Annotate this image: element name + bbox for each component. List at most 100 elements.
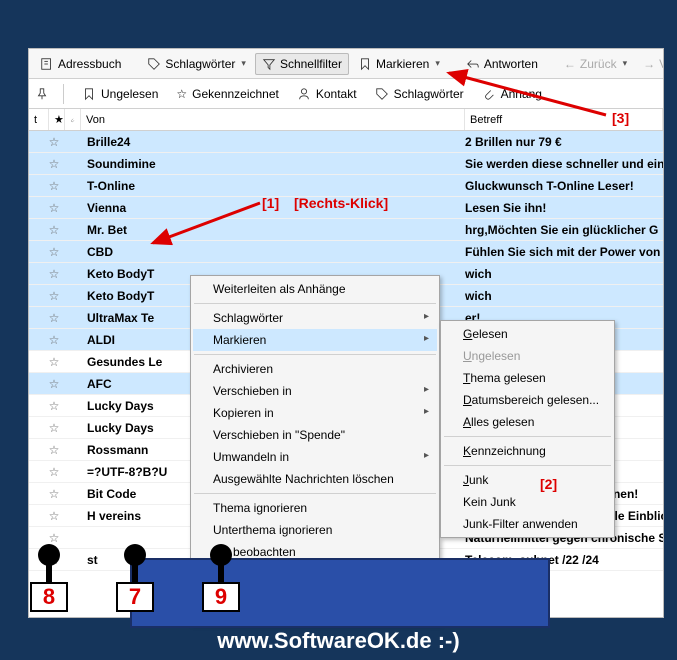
footer-text: www.SoftwareOK.de :-) bbox=[0, 628, 677, 654]
menu-ignore-subthread[interactable]: Unterthema ignorieren bbox=[193, 519, 437, 541]
star-icon[interactable]: ☆ bbox=[29, 157, 65, 171]
col-star[interactable]: ★ bbox=[49, 109, 65, 130]
menu-mark[interactable]: Markieren▸ bbox=[193, 329, 437, 351]
submenu-unread[interactable]: Ungelesen bbox=[443, 345, 612, 367]
submenu-junk[interactable]: Junk bbox=[443, 469, 612, 491]
paperclip-icon bbox=[70, 113, 75, 127]
menu-convert[interactable]: Umwandeln in▸ bbox=[193, 446, 437, 468]
submenu-read[interactable]: Gelesen bbox=[443, 323, 612, 345]
mark-label: Markieren bbox=[376, 57, 429, 71]
main-toolbar: Adressbuch Schlagwörter ▾ Schnellfilter … bbox=[29, 49, 663, 79]
addressbook-button[interactable]: Adressbuch bbox=[33, 53, 128, 75]
addressbook-icon bbox=[40, 57, 54, 71]
chevron-down-icon: ▾ bbox=[623, 58, 628, 69]
back-button[interactable]: ← Zurück ▾ bbox=[557, 53, 634, 75]
menu-archive[interactable]: Archivieren bbox=[193, 358, 437, 380]
mark-button[interactable]: Markieren ▾ bbox=[351, 53, 447, 75]
star-icon[interactable]: ☆ bbox=[29, 267, 65, 281]
chevron-right-icon: ▸ bbox=[424, 406, 429, 417]
filter-flagged-label: Gekennzeichnet bbox=[192, 87, 279, 101]
submenu-thread-read[interactable]: Thema gelesen bbox=[443, 367, 612, 389]
star-icon[interactable]: ☆ bbox=[29, 399, 65, 413]
message-from: Soundimine bbox=[65, 157, 465, 171]
tags-button[interactable]: Schlagwörter ▾ bbox=[140, 53, 253, 75]
separator bbox=[194, 354, 436, 355]
back-label: Zurück bbox=[580, 57, 617, 71]
star-icon[interactable]: ☆ bbox=[29, 245, 65, 259]
star-icon: ☆ bbox=[176, 87, 187, 101]
star-icon[interactable]: ☆ bbox=[29, 421, 65, 435]
separator bbox=[194, 493, 436, 494]
filter-bar: Ungelesen ☆ Gekennzeichnet Kontakt Schla… bbox=[29, 79, 663, 109]
message-from: Brille24 bbox=[65, 135, 465, 149]
star-icon[interactable]: ☆ bbox=[29, 355, 65, 369]
menu-move[interactable]: Verschieben in▸ bbox=[193, 380, 437, 402]
star-icon[interactable]: ☆ bbox=[29, 311, 65, 325]
message-row[interactable]: ☆CBDFühlen Sie sich mit der Power von bbox=[29, 241, 663, 263]
submenu-flag[interactable]: Kennzeichnung bbox=[443, 440, 612, 462]
menu-tags[interactable]: Schlagwörter▸ bbox=[193, 307, 437, 329]
menu-copy[interactable]: Kopieren in▸ bbox=[193, 402, 437, 424]
separator bbox=[194, 303, 436, 304]
menu-forward-attachments[interactable]: Weiterleiten als Anhänge bbox=[193, 278, 437, 300]
submenu-junk-filter[interactable]: Junk-Filter anwenden bbox=[443, 513, 612, 535]
menu-move-spende[interactable]: Verschieben in "Spende" bbox=[193, 424, 437, 446]
arrow-left-icon: ← bbox=[564, 57, 576, 71]
reply-icon bbox=[466, 57, 480, 71]
tag-icon bbox=[375, 87, 389, 101]
submenu-all-read[interactable]: Alles gelesen bbox=[443, 411, 612, 433]
star-icon[interactable]: ☆ bbox=[29, 135, 65, 149]
submenu-not-junk[interactable]: Kein Junk bbox=[443, 491, 612, 513]
message-row[interactable]: ☆T-OnlineGluckwunsch T-Online Leser! bbox=[29, 175, 663, 197]
filter-flagged[interactable]: ☆ Gekennzeichnet bbox=[172, 84, 283, 104]
message-row[interactable]: ☆Mr. Bethrg,Möchten Sie ein glücklicher … bbox=[29, 219, 663, 241]
filter-unread-label: Ungelesen bbox=[101, 87, 158, 101]
message-row[interactable]: ☆ViennaLesen Sie ihn! bbox=[29, 197, 663, 219]
filter-icon bbox=[262, 57, 276, 71]
col-subject[interactable]: Betreff bbox=[465, 109, 663, 130]
reply-button[interactable]: Antworten bbox=[459, 53, 545, 75]
star-icon[interactable]: ☆ bbox=[29, 223, 65, 237]
message-from: Vienna bbox=[65, 201, 465, 215]
arrow-right-icon: → bbox=[643, 57, 655, 71]
separator bbox=[444, 436, 611, 437]
contact-icon bbox=[297, 87, 311, 101]
submenu-daterange-read[interactable]: Datumsbereich gelesen... bbox=[443, 389, 612, 411]
star-icon[interactable]: ☆ bbox=[29, 333, 65, 347]
chevron-right-icon: ▸ bbox=[424, 311, 429, 322]
star-icon[interactable]: ☆ bbox=[29, 289, 65, 303]
chevron-down-icon: ▾ bbox=[241, 58, 246, 69]
message-subject: hrg,Möchten Sie ein glücklicher G bbox=[465, 223, 663, 237]
tag-icon bbox=[147, 57, 161, 71]
decorative-characters: 879 bbox=[24, 544, 246, 614]
message-subject: Sie werden diese schneller und ein bbox=[465, 157, 663, 171]
filter-tags[interactable]: Schlagwörter bbox=[371, 84, 468, 104]
quickfilter-button[interactable]: Schnellfilter bbox=[255, 53, 349, 75]
star-icon[interactable]: ☆ bbox=[29, 377, 65, 391]
filter-unread[interactable]: Ungelesen bbox=[78, 84, 162, 104]
message-subject: wich bbox=[465, 267, 663, 281]
separator bbox=[63, 84, 64, 104]
star-icon[interactable]: ☆ bbox=[29, 487, 65, 501]
message-row[interactable]: ☆Brille242 Brillen nur 79 € bbox=[29, 131, 663, 153]
message-subject: Fühlen Sie sich mit der Power von bbox=[465, 245, 663, 259]
filter-contact[interactable]: Kontakt bbox=[293, 84, 361, 104]
message-row[interactable]: ☆SoundimineSie werden diese schneller un… bbox=[29, 153, 663, 175]
forward-label: Vo bbox=[659, 57, 664, 71]
col-from[interactable]: Von bbox=[81, 109, 465, 130]
chevron-down-icon: ▾ bbox=[435, 58, 440, 69]
star-icon[interactable]: ☆ bbox=[29, 443, 65, 457]
star-icon[interactable]: ☆ bbox=[29, 531, 65, 545]
menu-ignore-thread[interactable]: Thema ignorieren bbox=[193, 497, 437, 519]
star-icon[interactable]: ☆ bbox=[29, 201, 65, 215]
star-icon[interactable]: ☆ bbox=[29, 179, 65, 193]
star-icon[interactable]: ☆ bbox=[29, 509, 65, 523]
star-icon[interactable]: ☆ bbox=[29, 465, 65, 479]
col-attach[interactable] bbox=[65, 109, 81, 130]
filter-attachment[interactable]: Anhang bbox=[478, 84, 546, 104]
pin-icon[interactable] bbox=[35, 87, 49, 101]
col-thread[interactable]: t bbox=[29, 109, 49, 130]
forward-button[interactable]: → Vo bbox=[636, 53, 664, 75]
chevron-right-icon: ▸ bbox=[424, 333, 429, 344]
menu-delete-selected[interactable]: Ausgewählte Nachrichten löschen bbox=[193, 468, 437, 490]
